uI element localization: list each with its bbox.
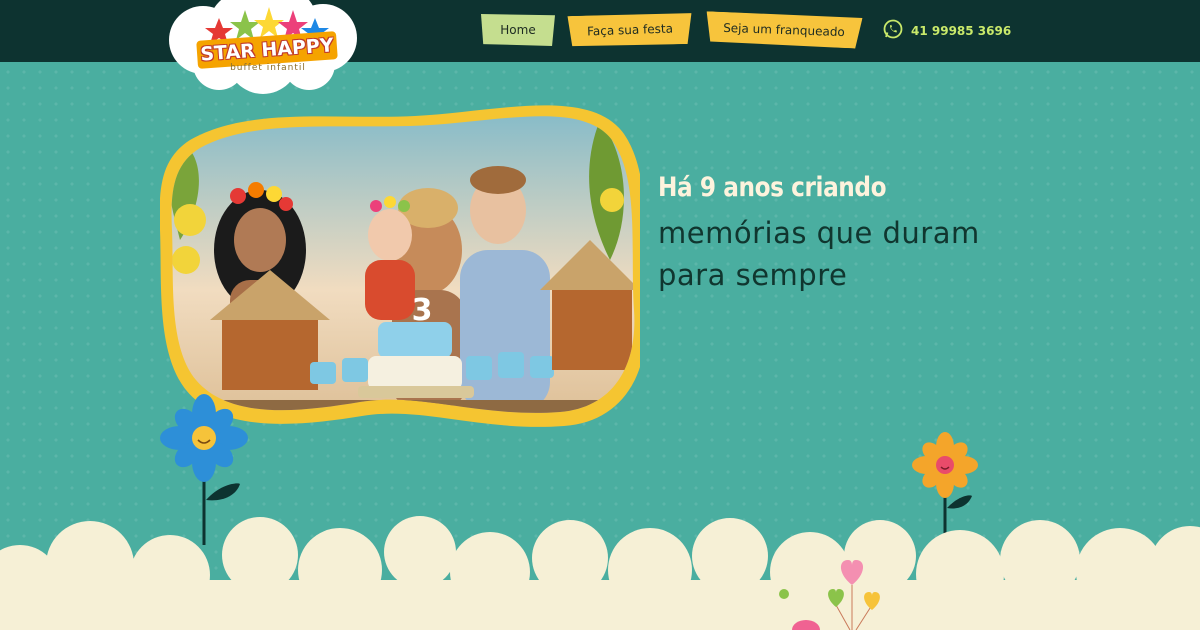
blue-flower-icon <box>160 394 248 545</box>
decorations <box>0 394 1200 630</box>
bottom-clouds <box>0 516 1200 630</box>
